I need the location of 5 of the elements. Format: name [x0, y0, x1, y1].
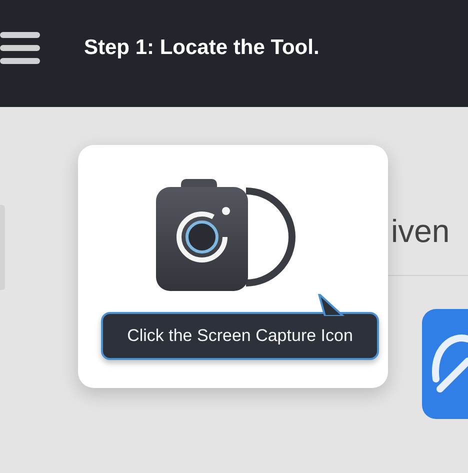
app-tile-icon[interactable] — [422, 309, 468, 419]
step-title: Step 1: Locate the Tool. — [84, 36, 320, 60]
heading-text: iven — [391, 213, 450, 250]
tooltip-text: Click the Screen Capture Icon — [127, 326, 353, 346]
menu-icon[interactable] — [0, 30, 40, 64]
